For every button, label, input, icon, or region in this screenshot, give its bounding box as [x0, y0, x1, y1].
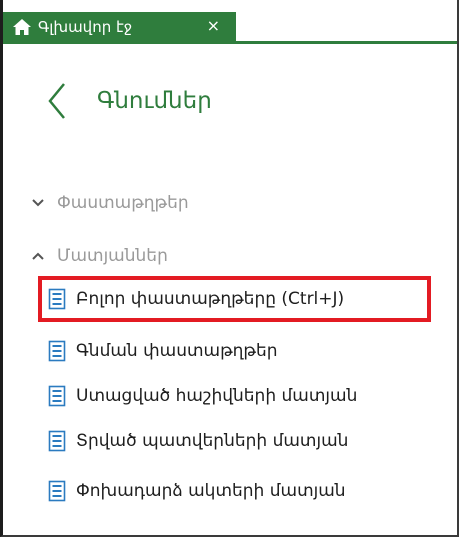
list-item-issued-orders[interactable]: Տրված պատվերների մատյան — [48, 430, 348, 452]
item-label: Փոխադարձ ակտերի մատյան — [76, 481, 346, 501]
section-journals[interactable]: Մատյաններ — [31, 246, 168, 266]
list-item-all-documents[interactable]: Բոլոր փաստաթղթերը (Ctrl+J) — [48, 288, 344, 310]
section-label: Մատյաններ — [57, 246, 168, 266]
chevron-up-icon — [32, 252, 44, 260]
section-label: Փաստաթղթեր — [57, 193, 189, 213]
purchases-panel: Գլխավոր էջ × Գնումներ Փաստաթղթեր Մատյանն… — [0, 0, 459, 537]
item-label: Տրված պատվերների մատյան — [76, 431, 349, 451]
tab-title: Գլխավոր էջ — [38, 17, 133, 36]
item-label: Ստացված հաշիվների մատյան — [76, 386, 358, 406]
chevron-left-icon[interactable] — [47, 82, 67, 120]
tab-home[interactable]: Գլխավոր էջ × — [3, 12, 236, 41]
item-label: Բոլոր փաստաթղթերը (Ctrl+J) — [76, 289, 345, 309]
document-list-icon — [48, 430, 66, 452]
section-documents[interactable]: Փաստաթղթեր — [31, 193, 189, 213]
close-icon[interactable]: × — [207, 16, 220, 36]
tab-bar: Գլխավոր էջ × — [3, 0, 457, 44]
page-title: Գնումներ — [97, 88, 212, 114]
list-item-purchase-documents[interactable]: Գնման փաստաթղթեր — [48, 340, 278, 362]
document-list-icon — [48, 288, 66, 310]
document-list-icon — [48, 340, 66, 362]
document-list-icon — [48, 480, 66, 502]
chevron-down-icon — [32, 199, 44, 207]
page-header: Գնումներ — [47, 82, 212, 120]
home-icon — [13, 18, 31, 35]
list-item-mutual-acts[interactable]: Փոխադարձ ակտերի մատյան — [48, 480, 346, 502]
list-item-received-invoices[interactable]: Ստացված հաշիվների մատյան — [48, 385, 357, 407]
item-label: Գնման փաստաթղթեր — [76, 341, 278, 361]
document-list-icon — [48, 385, 66, 407]
